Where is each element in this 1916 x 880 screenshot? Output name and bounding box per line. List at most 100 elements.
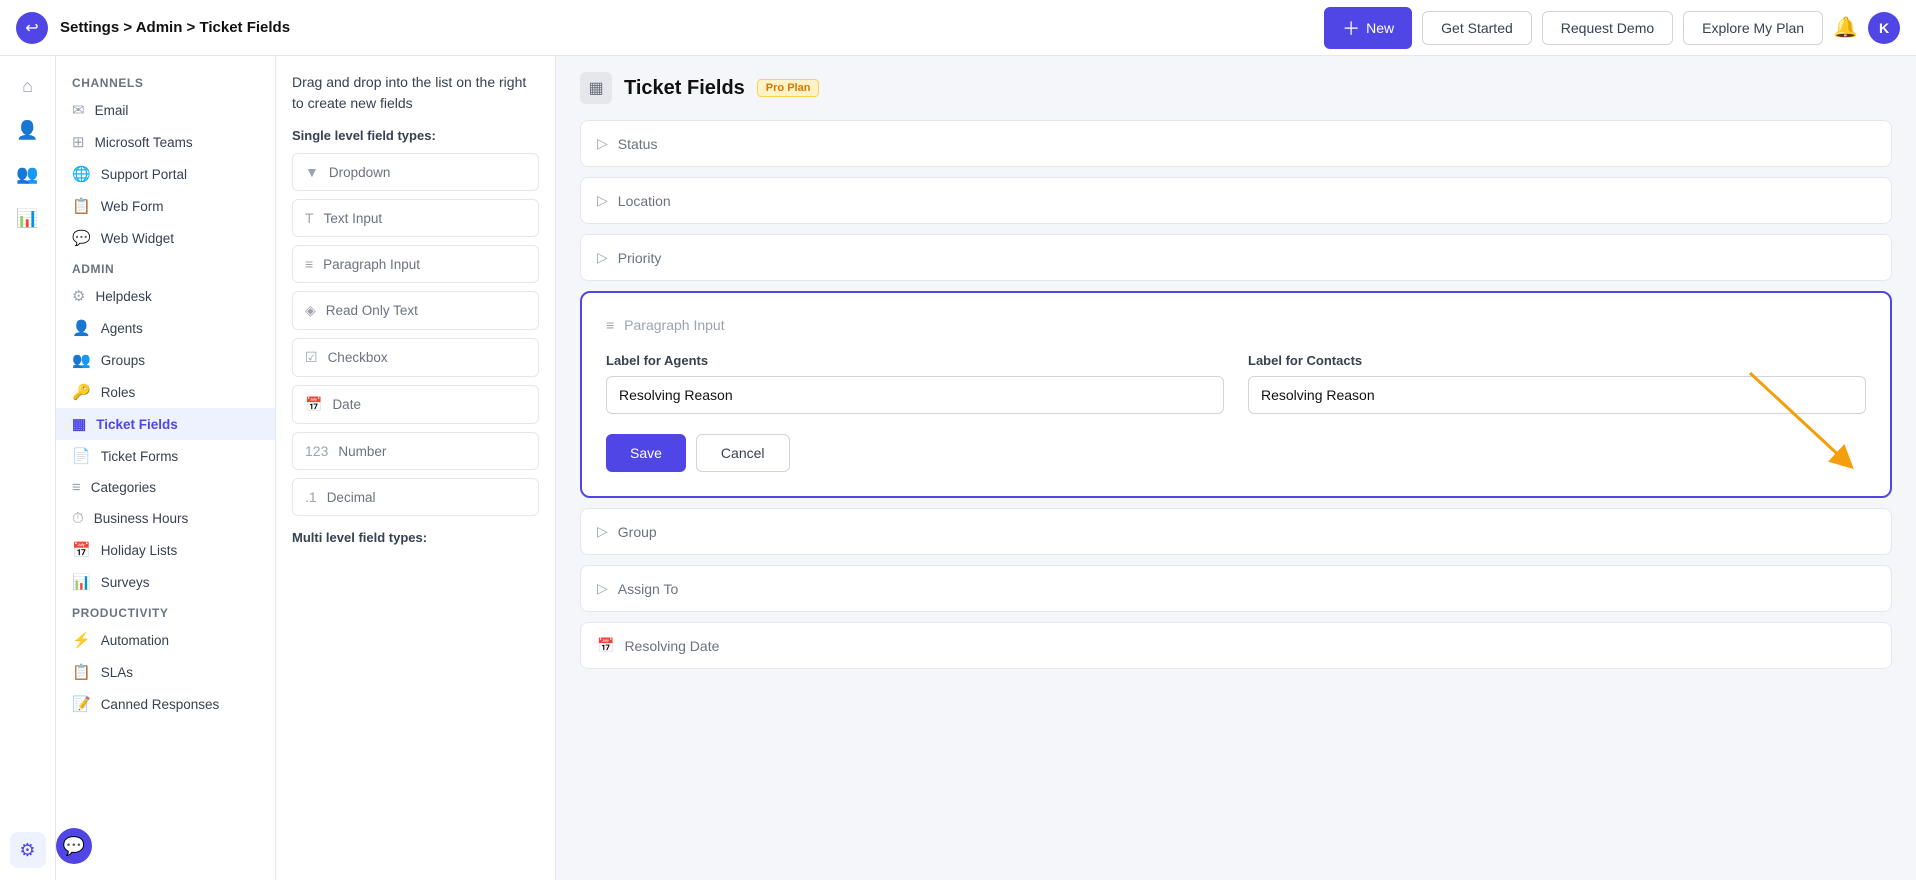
notifications-icon[interactable]: 🔔 <box>1833 15 1858 40</box>
sidebar-item-support-portal[interactable]: 🌐 Support Portal <box>56 158 275 190</box>
sidebar-item-label: Email <box>95 103 129 118</box>
sidebar-item-helpdesk[interactable]: ⚙ Helpdesk <box>56 280 275 312</box>
back-button[interactable]: ↩ <box>16 12 48 44</box>
checkbox-icon: ☑ <box>305 349 318 366</box>
sidebar-item-surveys[interactable]: 📊 Surveys <box>56 566 275 598</box>
left-nav: Channels ✉ Email ⊞ Microsoft Teams 🌐 Sup… <box>56 56 276 880</box>
contacts-input[interactable] <box>1248 376 1866 414</box>
chevron-right-icon: ▷ <box>597 192 608 209</box>
sidebar-item-roles[interactable]: 🔑 Roles <box>56 376 275 408</box>
sidebar-item-ticket-forms[interactable]: 📄 Ticket Forms <box>56 440 275 472</box>
teams-icon: ⊞ <box>72 133 85 151</box>
field-label: Status <box>618 136 658 152</box>
sidebar-item-label: Agents <box>101 321 143 336</box>
sidebar-item-label: Canned Responses <box>101 697 220 712</box>
sidebar-item-email[interactable]: ✉ Email <box>56 94 275 126</box>
sidebar-item-label: Web Widget <box>101 231 174 246</box>
field-type-label: Number <box>338 444 386 459</box>
surveys-icon: 📊 <box>72 573 91 591</box>
multi-level-label: Multi level field types: <box>292 530 539 545</box>
field-type-decimal[interactable]: .1 Decimal <box>292 478 539 516</box>
field-row-priority: ▷ Priority <box>580 234 1892 281</box>
sidebar-item-label: Web Form <box>101 199 164 214</box>
get-started-button[interactable]: Get Started <box>1422 11 1532 45</box>
decimal-icon: .1 <box>305 489 317 505</box>
chat-button[interactable]: 💬 <box>56 828 92 864</box>
sidebar-icon-team[interactable]: 👥 <box>10 156 46 192</box>
new-button[interactable]: ＋ New <box>1324 7 1412 49</box>
popup-card-header: ≡ Paragraph Input <box>606 317 1866 333</box>
sidebar-item-categories[interactable]: ≡ Categories <box>56 472 275 503</box>
automation-icon: ⚡ <box>72 631 91 649</box>
sidebar-item-label: Roles <box>101 385 136 400</box>
field-type-label: Date <box>332 397 361 412</box>
sidebar-item-label: SLAs <box>101 665 133 680</box>
drag-instruction: Drag and drop into the list on the right… <box>292 72 539 114</box>
breadcrumb: Settings > Admin > Ticket Fields <box>60 19 1312 36</box>
paragraph-icon: ≡ <box>305 256 313 272</box>
chat-icon: 💬 <box>63 836 85 857</box>
sidebar-item-label: Surveys <box>101 575 150 590</box>
web-widget-icon: 💬 <box>72 229 91 247</box>
sidebar-icon-reports[interactable]: 📊 <box>10 200 46 236</box>
sidebar-item-label: Helpdesk <box>95 289 151 304</box>
sidebar-item-automation[interactable]: ⚡ Automation <box>56 624 275 656</box>
topbar-actions: ＋ New Get Started Request Demo Explore M… <box>1324 7 1900 49</box>
ticket-fields-icon: ▦ <box>72 415 86 433</box>
field-label: Location <box>618 193 671 209</box>
popup-header-label: Paragraph Input <box>624 317 724 333</box>
sidebar-item-business-hours[interactable]: ⏱ Business Hours <box>56 503 275 534</box>
sidebar-item-groups[interactable]: 👥 Groups <box>56 344 275 376</box>
sidebar-item-slas[interactable]: 📋 SLAs <box>56 656 275 688</box>
field-type-date[interactable]: 📅 Date <box>292 385 539 424</box>
field-label: Group <box>618 524 657 540</box>
paragraph-header-icon: ≡ <box>606 317 614 333</box>
topbar: ↩ Settings > Admin > Ticket Fields ＋ New… <box>0 0 1916 56</box>
field-type-text-input[interactable]: T Text Input <box>292 199 539 237</box>
sidebar-item-label: Ticket Fields <box>96 417 178 432</box>
request-demo-button[interactable]: Request Demo <box>1542 11 1673 45</box>
field-type-read-only-text[interactable]: ◈ Read Only Text <box>292 291 539 330</box>
text-input-icon: T <box>305 210 314 226</box>
sidebar-item-agents[interactable]: 👤 Agents <box>56 312 275 344</box>
agents-label-col: Label for Agents <box>606 353 1224 414</box>
admin-section-label: Admin <box>56 254 275 280</box>
explore-plan-button[interactable]: Explore My Plan <box>1683 11 1823 45</box>
cancel-button[interactable]: Cancel <box>696 434 790 472</box>
sidebar-item-holiday-lists[interactable]: 📅 Holiday Lists <box>56 534 275 566</box>
field-type-label: Checkbox <box>328 350 388 365</box>
sidebar-icon-settings[interactable]: ⚙ <box>10 832 46 868</box>
roles-icon: 🔑 <box>72 383 91 401</box>
sidebar-icon-contacts[interactable]: 👤 <box>10 112 46 148</box>
field-type-number[interactable]: 123 Number <box>292 432 539 470</box>
sidebar-item-teams[interactable]: ⊞ Microsoft Teams <box>56 126 275 158</box>
sidebar-item-web-form[interactable]: 📋 Web Form <box>56 190 275 222</box>
slas-icon: 📋 <box>72 663 91 681</box>
dropdown-icon: ▼ <box>305 164 319 180</box>
field-type-checkbox[interactable]: ☑ Checkbox <box>292 338 539 377</box>
agents-input[interactable] <box>606 376 1224 414</box>
avatar[interactable]: K <box>1868 12 1900 44</box>
contacts-label-col: Label for Contacts <box>1248 353 1866 414</box>
sidebar-item-web-widget[interactable]: 💬 Web Widget <box>56 222 275 254</box>
helpdesk-icon: ⚙ <box>72 287 85 305</box>
plus-icon: ＋ <box>1342 15 1360 41</box>
field-row-group: ▷ Group <box>580 508 1892 555</box>
ticket-fields-main: ▦ Ticket Fields Pro Plan ▷ Status ▷ Loca… <box>556 56 1916 880</box>
back-icon: ↩ <box>25 18 38 38</box>
calendar-icon: 📅 <box>597 637 614 654</box>
sidebar-item-ticket-fields[interactable]: ▦ Ticket Fields <box>56 408 275 440</box>
field-type-label: Decimal <box>327 490 376 505</box>
sidebar-icon-home[interactable]: ⌂ <box>10 68 46 104</box>
save-button[interactable]: Save <box>606 434 686 472</box>
paragraph-input-popup: ≡ Paragraph Input Label for Agents Label… <box>580 291 1892 498</box>
chevron-right-icon: ▷ <box>597 580 608 597</box>
sidebar-item-label: Business Hours <box>94 511 189 526</box>
popup-labels-row: Label for Agents Label for Contacts <box>606 353 1866 414</box>
sidebar-item-canned-responses[interactable]: 📝 Canned Responses <box>56 688 275 720</box>
field-type-dropdown[interactable]: ▼ Dropdown <box>292 153 539 191</box>
read-only-icon: ◈ <box>305 302 316 319</box>
field-type-paragraph-input[interactable]: ≡ Paragraph Input <box>292 245 539 283</box>
agents-label: Label for Agents <box>606 353 1224 368</box>
sidebar-item-label: Groups <box>101 353 145 368</box>
